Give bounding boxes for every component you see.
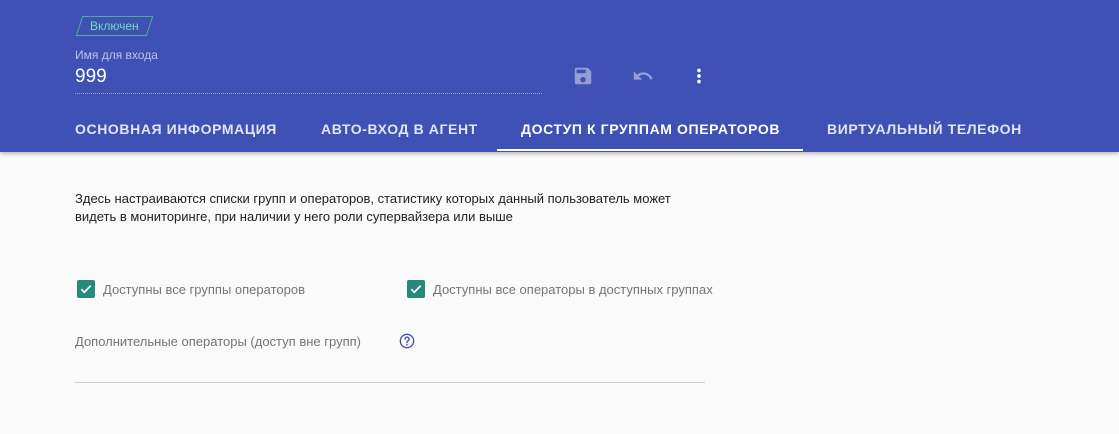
tab-main-info[interactable]: ОСНОВНАЯ ИНФОРМАЦИЯ — [75, 108, 277, 152]
undo-button[interactable] — [631, 64, 655, 88]
active-tab-indicator — [497, 149, 803, 151]
undo-icon — [633, 71, 653, 80]
section-description: Здесь настраиваются списки групп и опера… — [75, 191, 671, 224]
status-badge-label: Включен — [90, 19, 139, 33]
login-field[interactable]: 999 — [75, 66, 107, 88]
all-operators-checkbox[interactable] — [407, 280, 425, 298]
tab-virtual-phone[interactable]: ВИРТУАЛЬНЫЙ ТЕЛЕФОН — [827, 108, 1022, 152]
login-field-underline — [75, 93, 542, 94]
tab-agent-autologin[interactable]: АВТО-ВХОД В АГЕНТ — [321, 108, 478, 152]
all-groups-checkbox-row[interactable]: Доступны все группы операторов — [77, 280, 305, 298]
all-groups-checkbox-label: Доступны все группы операторов — [103, 281, 305, 297]
extra-operators-input[interactable] — [75, 382, 705, 383]
more-vert-icon — [697, 68, 701, 84]
header-bar: Включен Имя для входа 999 ОСНОВНАЯ ИНФОР… — [0, 0, 1119, 152]
save-button[interactable] — [571, 64, 595, 88]
extra-operators-label: Дополнительные операторы (доступ вне гру… — [75, 334, 361, 349]
all-groups-checkbox[interactable] — [77, 280, 95, 298]
tab-operator-groups-access[interactable]: ДОСТУП К ГРУППАМ ОПЕРАТОРОВ — [521, 108, 780, 152]
save-icon — [574, 67, 592, 85]
help-icon[interactable] — [399, 333, 415, 349]
all-operators-checkbox-row[interactable]: Доступны все операторы в доступных групп… — [407, 280, 713, 298]
login-label: Имя для входа — [75, 48, 158, 62]
check-icon — [80, 285, 92, 294]
all-operators-checkbox-label: Доступны все операторы в доступных групп… — [433, 281, 713, 297]
status-badge: Включен — [75, 16, 153, 36]
check-icon — [410, 285, 422, 294]
tab-bar: ОСНОВНАЯ ИНФОРМАЦИЯ АВТО-ВХОД В АГЕНТ ДО… — [0, 108, 1119, 152]
more-options-button[interactable] — [687, 64, 711, 88]
